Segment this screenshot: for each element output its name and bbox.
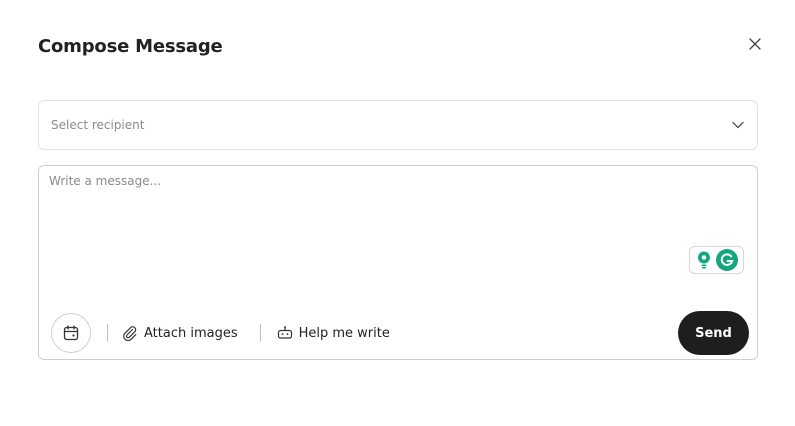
close-button[interactable] [745, 34, 765, 54]
recipient-select[interactable]: Select recipient [38, 100, 758, 150]
chevron-down-icon [731, 118, 745, 132]
lightbulb-icon[interactable] [695, 249, 713, 271]
message-input[interactable] [49, 174, 744, 294]
toolbar-divider [107, 324, 108, 342]
schedule-button[interactable] [51, 313, 91, 353]
composer-toolbar: Attach images Help me write Send [51, 311, 749, 355]
send-button[interactable]: Send [678, 311, 749, 355]
help-me-write-label: Help me write [298, 325, 390, 341]
close-icon [749, 38, 761, 50]
attach-images-label: Attach images [144, 325, 238, 341]
calendar-icon [63, 325, 79, 341]
paperclip-icon [122, 325, 138, 341]
recipient-placeholder: Select recipient [51, 118, 145, 132]
message-composer: Attach images Help me write Send [38, 165, 758, 360]
toolbar-divider [259, 324, 261, 342]
compose-message-dialog: Compose Message Select recipient Write a… [0, 0, 795, 426]
dialog-title: Compose Message [38, 36, 223, 57]
grammarly-widget[interactable] [689, 246, 744, 274]
robot-icon [277, 325, 293, 341]
attach-images-button[interactable]: Attach images [122, 325, 238, 341]
grammarly-icon[interactable] [716, 249, 739, 271]
help-me-write-button[interactable]: Help me write [277, 325, 390, 341]
